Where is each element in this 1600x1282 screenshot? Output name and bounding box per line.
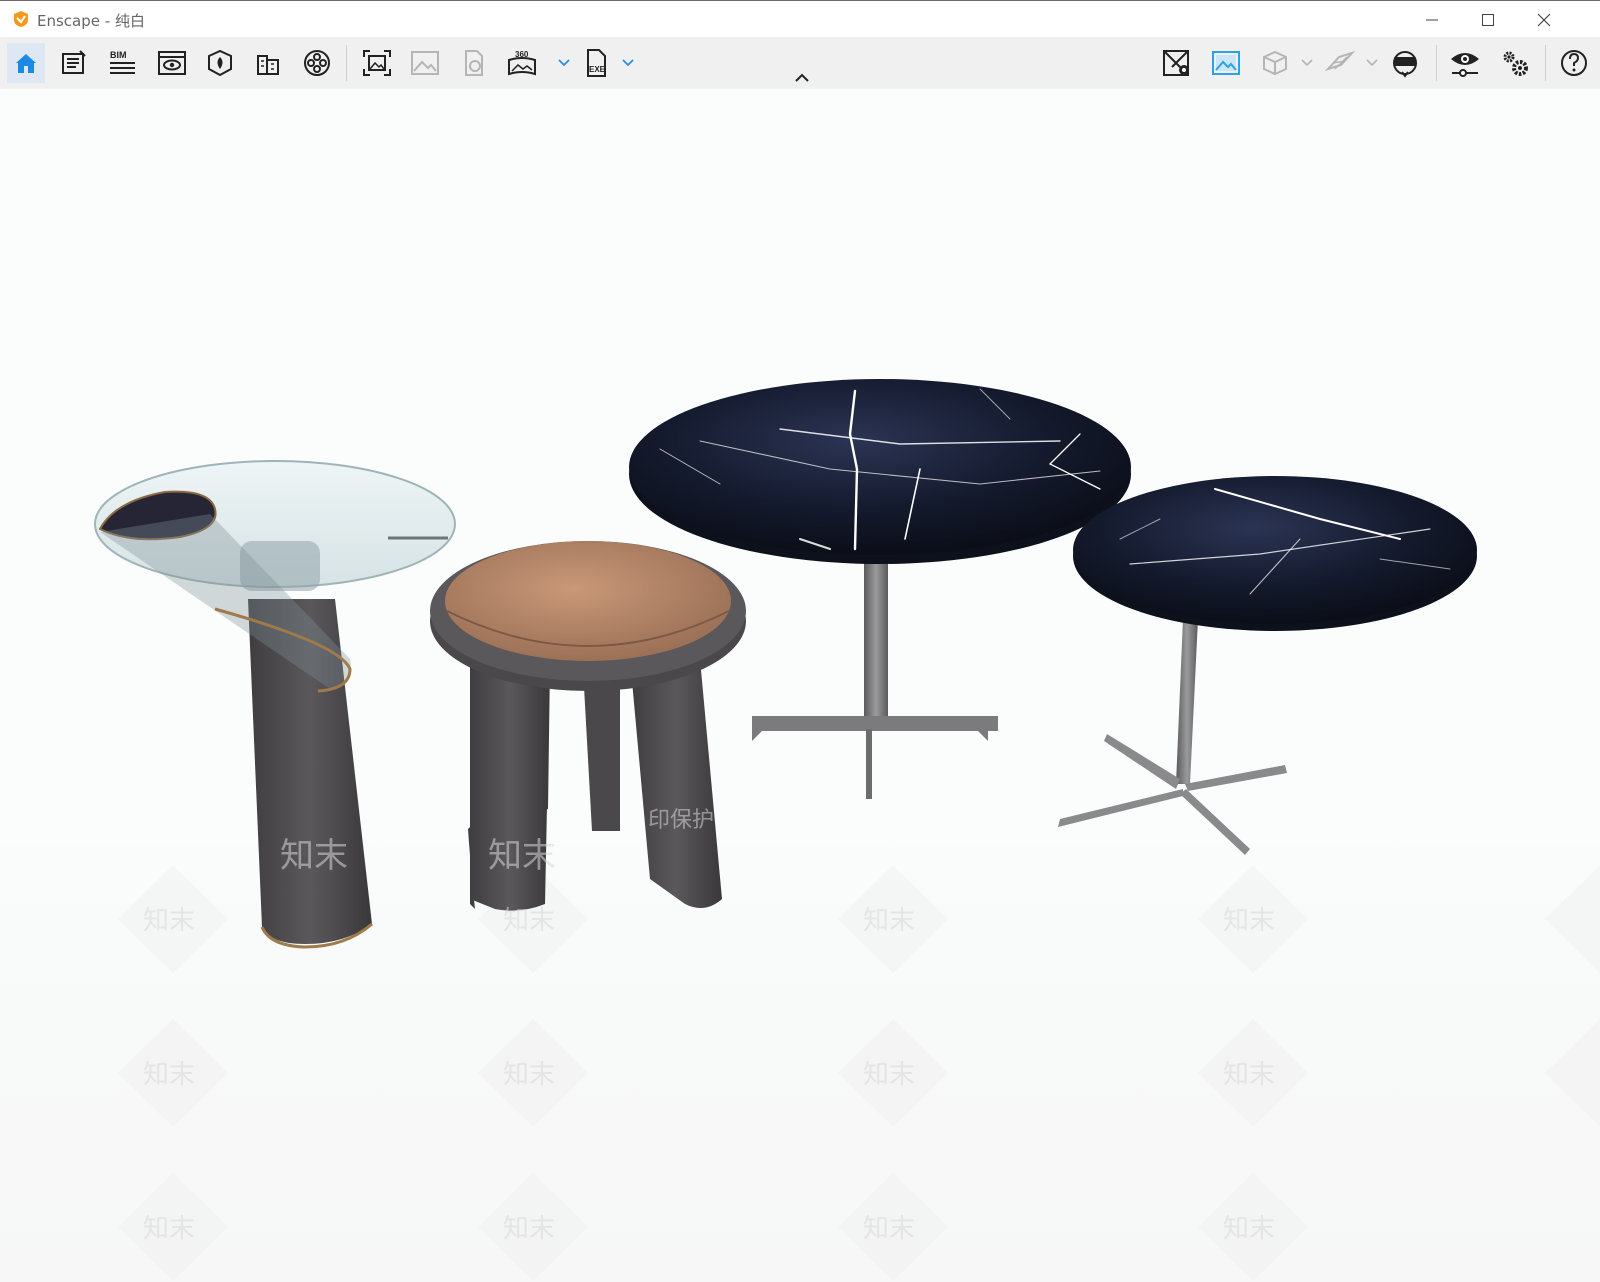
panorama-button[interactable]: 360 (503, 43, 541, 83)
help-icon (1561, 50, 1587, 76)
map-button[interactable] (1158, 43, 1196, 83)
leather-stool (430, 541, 746, 911)
toolbar-separator (1436, 45, 1437, 81)
notes-icon (62, 50, 86, 74)
help-button[interactable] (1555, 43, 1593, 83)
toolbar-separator (346, 45, 347, 81)
views-button[interactable] (153, 43, 191, 83)
maximize-button[interactable] (1460, 1, 1516, 38)
watermark-text-item: 知末 (488, 836, 556, 876)
export-exe-button[interactable]: EXE (578, 43, 616, 83)
app-name: Enscape (37, 12, 100, 30)
view-window-icon (158, 51, 186, 75)
map-pin-icon (1163, 50, 1189, 76)
gears-icon (1503, 51, 1528, 76)
watermark-text-item: 知末 (863, 1060, 915, 1090)
watermark-text-item: 知末 (1223, 906, 1275, 936)
exe-export-icon: EXE (587, 49, 606, 77)
watermark-text-item: 知末 (503, 1060, 555, 1090)
watermark-text-item: 知末 (863, 1214, 915, 1244)
rendered-scene: 知末 知末 知末 知末 知末 知末 知末 知末 知末 知末 知末 知末 印保护 … (94, 379, 1600, 1281)
cube-dropdown[interactable] (1300, 53, 1314, 73)
title-separator: - (100, 12, 115, 30)
close-icon (1537, 13, 1551, 26)
cube-icon (1263, 50, 1287, 76)
close-button[interactable] (1516, 1, 1572, 38)
plane-dropdown[interactable] (1365, 53, 1379, 73)
marble-bistro-table-small (1058, 476, 1477, 855)
toolbar-separator (1545, 45, 1546, 81)
watermark-text-item: 印保护 (648, 808, 714, 833)
home-button[interactable] (7, 43, 45, 83)
home-icon (16, 54, 36, 73)
panorama-360-icon: 360 (508, 50, 536, 76)
film-reel-icon (304, 50, 330, 76)
chevron-down-icon (558, 59, 570, 67)
watermark-text-item: 知末 (863, 906, 915, 936)
render-viewport[interactable]: 知末 知末 知末 知末 知末 知末 知末 知末 知末 知末 知末 知末 印保护 … (0, 89, 1600, 1282)
settings-button[interactable] (1496, 43, 1534, 83)
plane-icon (1325, 51, 1355, 71)
watermark-text-item: 知末 (1223, 1060, 1275, 1090)
material-button[interactable] (201, 43, 239, 83)
grid-plane-button[interactable] (1321, 43, 1359, 83)
bim-icon: BIM (110, 50, 135, 74)
asset-library-button[interactable] (249, 43, 287, 83)
svg-text:EXE: EXE (589, 65, 606, 74)
screenshot-icon (363, 50, 391, 76)
maximize-icon (1482, 13, 1494, 26)
video-button[interactable] (298, 43, 336, 83)
svg-text:BIM: BIM (110, 50, 127, 60)
document-name: 纯白 (114, 12, 145, 30)
watermark-text-item: 知末 (280, 836, 348, 876)
chevron-down-icon (622, 59, 634, 67)
capture-button[interactable] (1207, 43, 1245, 83)
title-bar: Enscape - 纯白 (0, 0, 1600, 37)
watermark-text-item: 知末 (143, 906, 195, 936)
watermark-text-item: 知末 (143, 1060, 195, 1090)
watermark-text-item: 知末 (143, 1214, 195, 1244)
cube-button[interactable] (1256, 43, 1294, 83)
collapse-toolbar-icon[interactable] (792, 70, 812, 86)
watermark-text-item: 知末 (1223, 1214, 1275, 1244)
bim-info-button[interactable]: BIM (104, 43, 142, 83)
enscape-logo-icon (14, 11, 28, 27)
image-icon (411, 51, 439, 75)
export-dropdown[interactable] (621, 53, 635, 73)
glass-side-table (94, 460, 456, 949)
minimize-button[interactable] (1404, 1, 1460, 38)
screenshot-button[interactable] (358, 43, 396, 83)
building-icon (257, 55, 279, 75)
chevron-down-icon (1301, 59, 1313, 67)
batch-render-button[interactable] (406, 43, 444, 83)
panorama-dropdown[interactable] (557, 53, 571, 73)
project-info-button[interactable] (55, 43, 93, 83)
material-icon (208, 49, 232, 77)
minimize-icon (1426, 19, 1438, 20)
visual-settings-button[interactable] (1446, 43, 1484, 83)
window-title: Enscape - 纯白 (37, 10, 145, 31)
chevron-down-icon (1366, 59, 1378, 67)
export-web-button[interactable] (455, 43, 493, 83)
watermark-text-item: 知末 (503, 1214, 555, 1244)
watermark-text-item: 知末 (503, 906, 555, 936)
vr-headset-icon (1393, 51, 1417, 78)
capture-image-icon (1212, 51, 1240, 75)
vr-button[interactable] (1386, 43, 1424, 83)
eye-settings-icon (1451, 53, 1479, 77)
file-export-icon (465, 50, 483, 76)
